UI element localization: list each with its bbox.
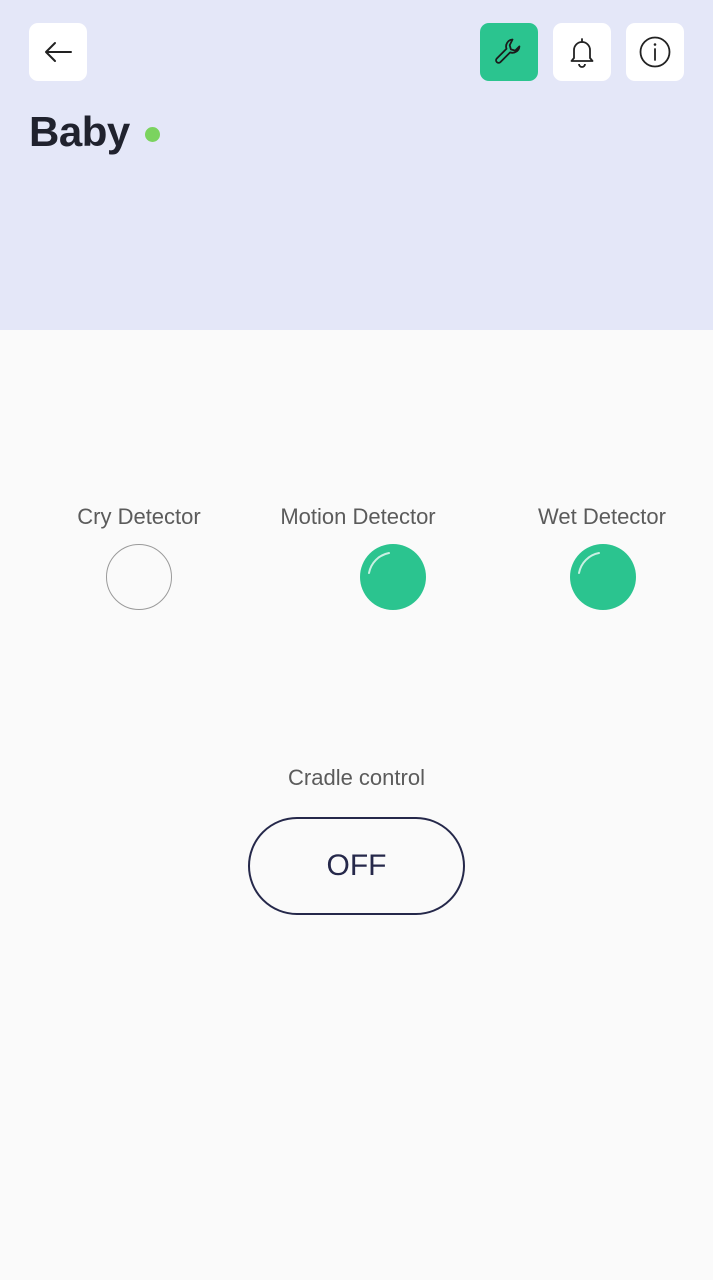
title-row: Baby (29, 108, 160, 156)
wet-detector-indicator (570, 544, 636, 610)
motion-detector-indicator (360, 544, 426, 610)
settings-button[interactable] (480, 23, 538, 81)
cradle-toggle-button[interactable]: OFF (248, 817, 465, 915)
wrench-icon (495, 38, 521, 64)
indicator-shine (578, 552, 600, 574)
online-status-indicator (144, 126, 160, 142)
wet-detector-label: Wet Detector (538, 504, 666, 529)
header: Baby (0, 0, 713, 330)
cry-detector-indicator (106, 544, 172, 610)
wet-detector: Wet Detector (502, 503, 702, 610)
bell-icon (570, 38, 594, 68)
arrow-left-icon (45, 42, 72, 62)
cradle-control-label: Cradle control (288, 765, 425, 790)
notifications-button[interactable] (553, 23, 611, 81)
motion-detector: Motion Detector (258, 503, 458, 610)
cry-detector-label: Cry Detector (77, 504, 201, 529)
info-icon (639, 36, 671, 68)
info-button[interactable] (626, 23, 684, 81)
motion-detector-label: Motion Detector (280, 504, 436, 529)
cry-detector: Cry Detector (39, 503, 239, 610)
indicator-shine (368, 552, 390, 574)
page-title: Baby (29, 108, 130, 155)
back-button[interactable] (29, 23, 87, 81)
